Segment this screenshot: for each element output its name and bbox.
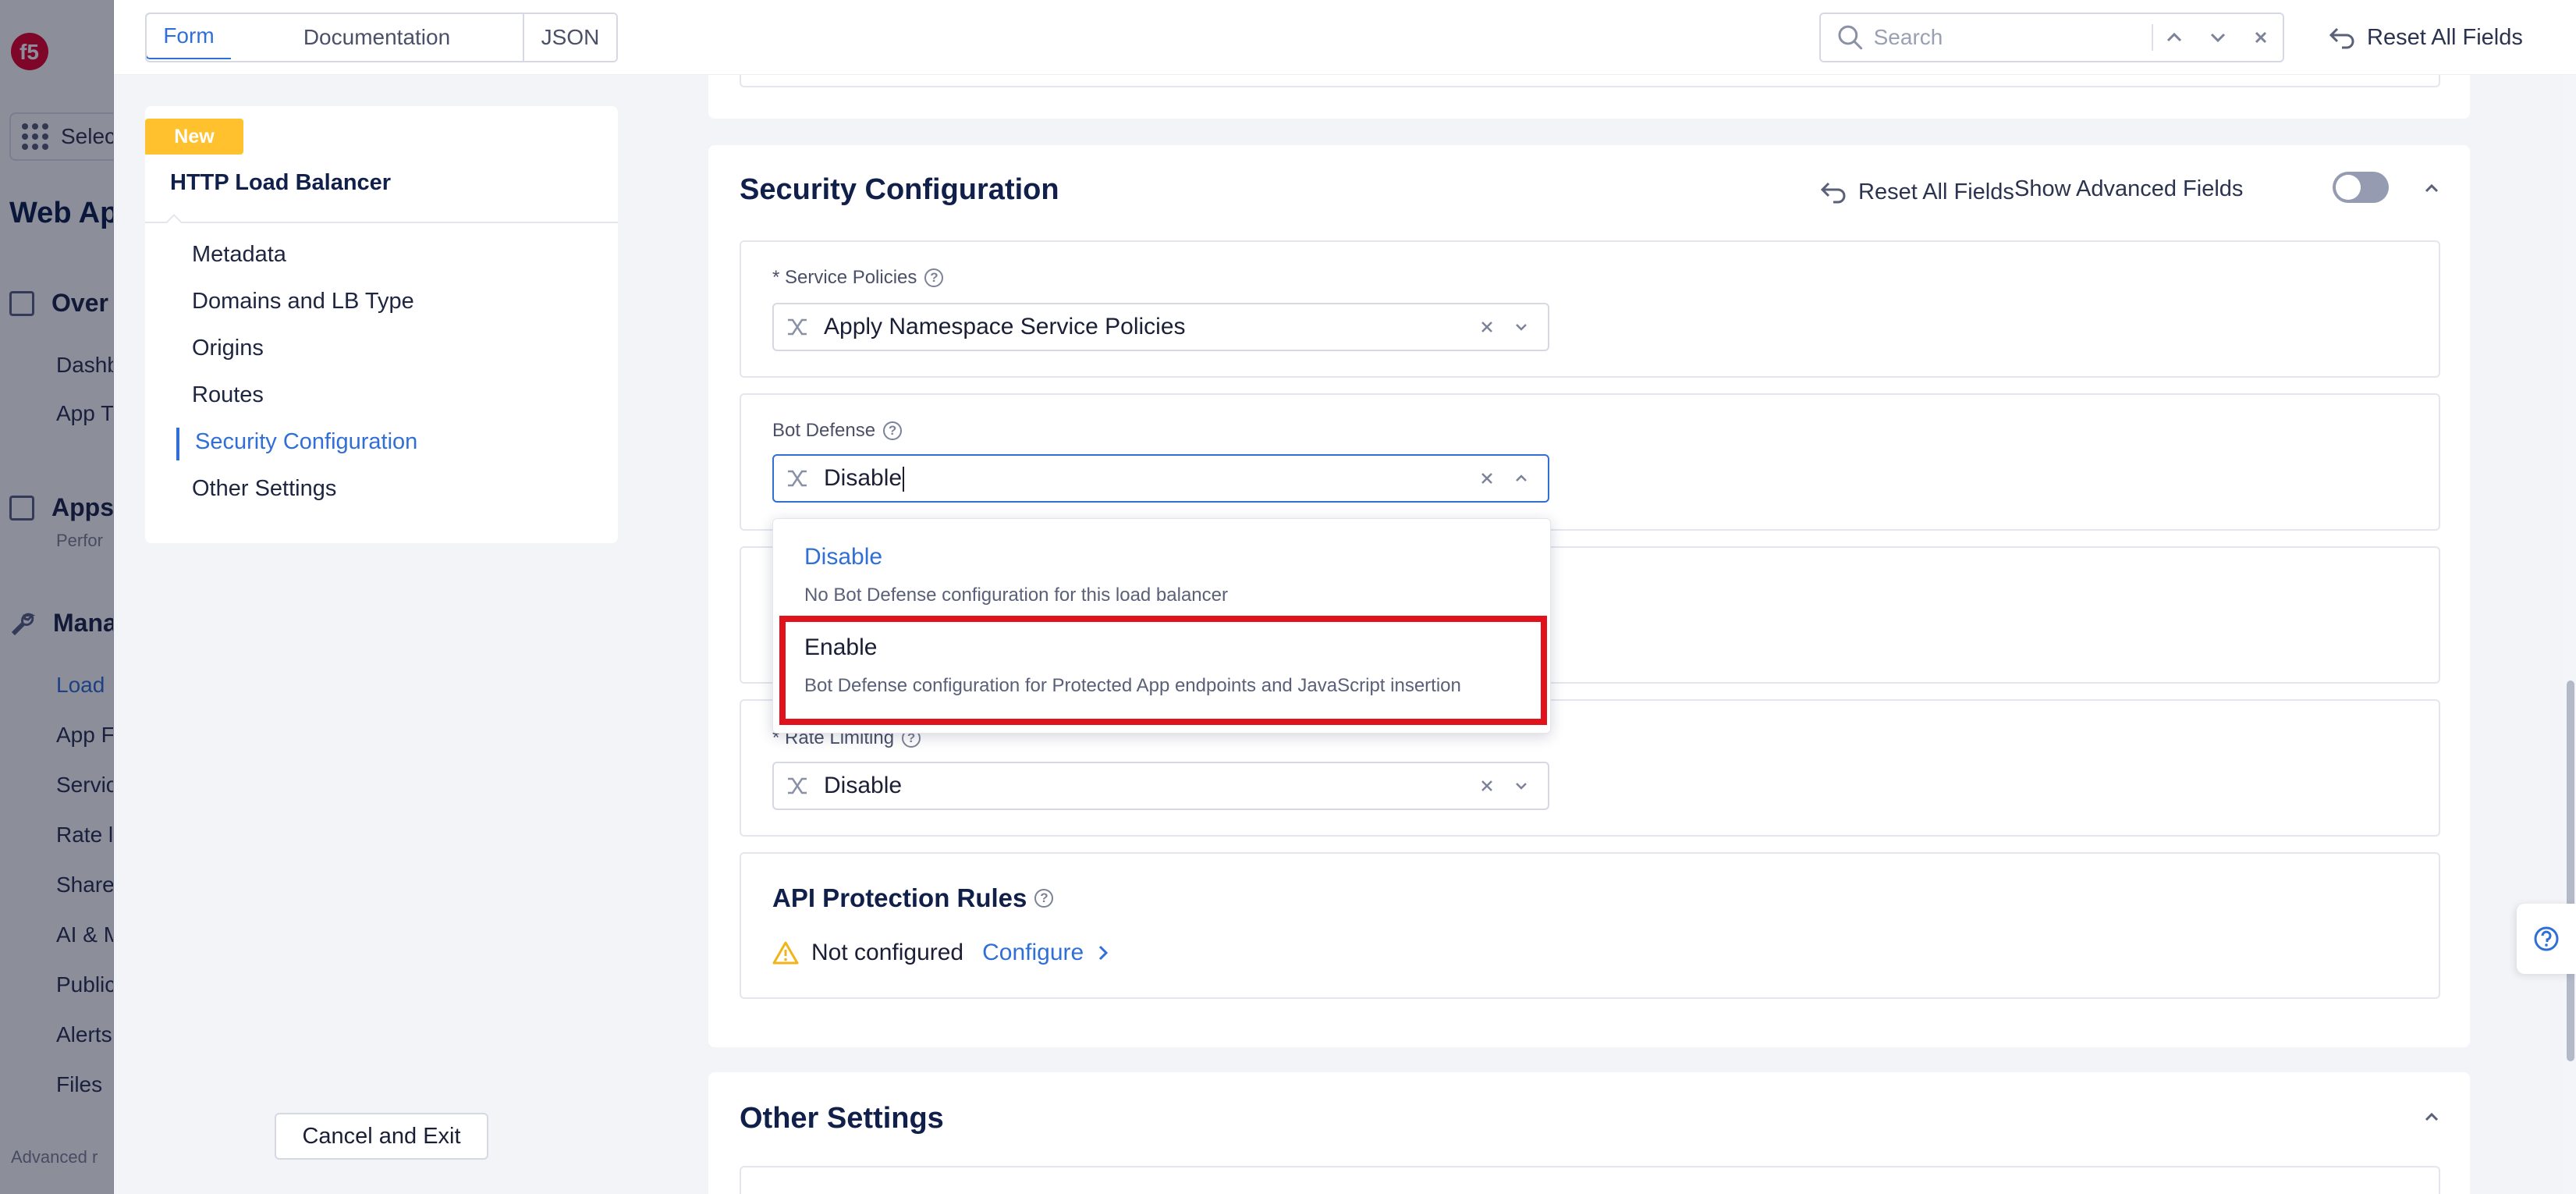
chevron-down-icon (1516, 783, 1527, 790)
chevron-down-icon (2210, 33, 2225, 43)
toc-item-security[interactable]: Security Configuration (195, 429, 417, 455)
collapse-section-button[interactable] (2420, 1105, 2443, 1128)
dropdown-toggle[interactable] (1504, 461, 1538, 496)
api-protection-box: API Protection Rules ? Not configured Co… (740, 852, 2440, 999)
choice-icon (788, 470, 807, 487)
scrollbar-thumb[interactable] (2567, 681, 2574, 1061)
help-button[interactable] (2517, 904, 2576, 974)
search-next-button[interactable] (2196, 14, 2239, 61)
panel-topbar: Form Documentation JSON Reset All Fields (114, 0, 2576, 75)
bot-defense-value[interactable]: Disable (824, 465, 1470, 492)
search-clear-button[interactable] (2240, 14, 2283, 61)
close-icon (2255, 31, 2267, 44)
divider-notch (166, 214, 182, 229)
dropdown-toggle[interactable] (1504, 769, 1538, 803)
divider (145, 222, 618, 223)
warning-icon (772, 941, 799, 965)
question-circle-icon (2534, 926, 2559, 951)
chevron-up-icon (2167, 32, 2182, 42)
toc-item-domains[interactable]: Domains and LB Type (192, 289, 414, 314)
service-policies-field-label: * Service Policies ? (772, 267, 944, 289)
search-box (1819, 12, 2284, 62)
undo-icon (2329, 27, 2354, 49)
object-type-title: HTTP Load Balancer (170, 170, 392, 195)
view-tabs: Form Documentation JSON (145, 12, 618, 62)
bot-defense-box: Bot Defense ? Disable (740, 393, 2440, 531)
chevron-right-icon (1099, 945, 1109, 961)
search-prev-button[interactable] (2153, 14, 2196, 61)
service-policies-value: Apply Namespace Service Policies (824, 314, 1186, 339)
cancel-and-exit-button[interactable]: Cancel and Exit (275, 1113, 488, 1160)
choice-icon (788, 318, 807, 336)
bot-defense-select[interactable]: Disable (772, 454, 1549, 503)
dropdown-option-disable[interactable]: Disable No Bot Defense configuration for… (773, 528, 1552, 619)
bot-defense-dropdown: Disable No Bot Defense configuration for… (772, 518, 1551, 734)
option-description: Bot Defense configuration for Protected … (804, 675, 1461, 696)
reset-all-fields-label: Reset All Fields (2367, 24, 2523, 50)
bot-defense-field-label: Bot Defense ? (772, 420, 903, 442)
option-label: Disable (804, 544, 883, 570)
scrollbar[interactable] (2564, 75, 2576, 1194)
other-settings-card: Other Settings (708, 1072, 2470, 1194)
clear-button[interactable] (1470, 310, 1504, 344)
dropdown-option-enable[interactable]: Enable Bot Defense configuration for Pro… (773, 619, 1552, 709)
toggle-knob (2336, 175, 2361, 200)
tab-documentation[interactable]: Documentation (231, 14, 524, 61)
choice-icon (788, 777, 807, 794)
previous-section-box (740, 75, 2440, 87)
not-configured-text: Not configured (811, 940, 964, 965)
api-protection-status-row: Not configured Configure (772, 940, 1110, 966)
section-title: Security Configuration (740, 173, 1059, 206)
help-icon[interactable]: ? (1034, 889, 1054, 908)
config-panel: Form Documentation JSON Reset All Fields… (114, 0, 2576, 1194)
help-icon[interactable]: ? (924, 268, 944, 287)
chevron-up-icon (2425, 183, 2439, 193)
clear-button[interactable] (1470, 461, 1504, 496)
search-icon (1838, 25, 1863, 50)
new-badge: New (145, 119, 243, 155)
show-advanced-label: Show Advanced Fields (2014, 176, 2244, 201)
clear-button[interactable] (1470, 769, 1504, 803)
dropdown-toggle[interactable] (1504, 310, 1538, 344)
section-nav: New HTTP Load Balancer Metadata Domains … (145, 106, 618, 543)
other-settings-box (740, 1166, 2440, 1194)
help-icon[interactable]: ? (883, 421, 903, 440)
toc-item-metadata[interactable]: Metadata (192, 242, 286, 268)
option-description: No Bot Defense configuration for this lo… (804, 585, 1228, 606)
section-title: Other Settings (740, 1102, 944, 1135)
toc-item-routes[interactable]: Routes (192, 382, 264, 408)
service-policies-box: * Service Policies ? Apply Namespace Ser… (740, 240, 2440, 378)
toc-item-origins[interactable]: Origins (192, 336, 264, 361)
toc-active-indicator (176, 428, 179, 460)
tab-form[interactable]: Form (147, 14, 232, 59)
previous-section-card (708, 75, 2470, 119)
collapse-section-button[interactable] (2420, 176, 2443, 200)
undo-icon (1820, 182, 1846, 204)
api-protection-title: API Protection Rules ? (772, 883, 1054, 913)
tab-json[interactable]: JSON (524, 14, 616, 61)
option-label: Enable (804, 634, 878, 660)
rate-limiting-value: Disable (824, 773, 903, 798)
close-icon (1481, 780, 1492, 791)
search-input[interactable] (1873, 25, 2139, 50)
show-advanced-toggle[interactable] (2333, 172, 2389, 203)
modal-backdrop[interactable] (0, 0, 114, 1194)
close-icon (1481, 322, 1492, 332)
chevron-up-icon (1516, 474, 1527, 482)
reset-all-fields-button[interactable]: Reset All Fields (2328, 16, 2523, 59)
section-reset-button[interactable]: Reset All Fields (1819, 175, 2014, 209)
configure-link[interactable]: Configure (982, 940, 1110, 966)
service-policies-select[interactable]: Apply Namespace Service Policies (772, 303, 1549, 351)
rate-limiting-select[interactable]: Disable (772, 762, 1549, 810)
text-caret (903, 467, 905, 492)
close-icon (1481, 473, 1492, 484)
chevron-down-icon (1516, 324, 1527, 331)
chevron-up-icon (2425, 1112, 2439, 1121)
toc-item-other-settings[interactable]: Other Settings (192, 476, 336, 502)
section-reset-label: Reset All Fields (1858, 179, 2014, 204)
